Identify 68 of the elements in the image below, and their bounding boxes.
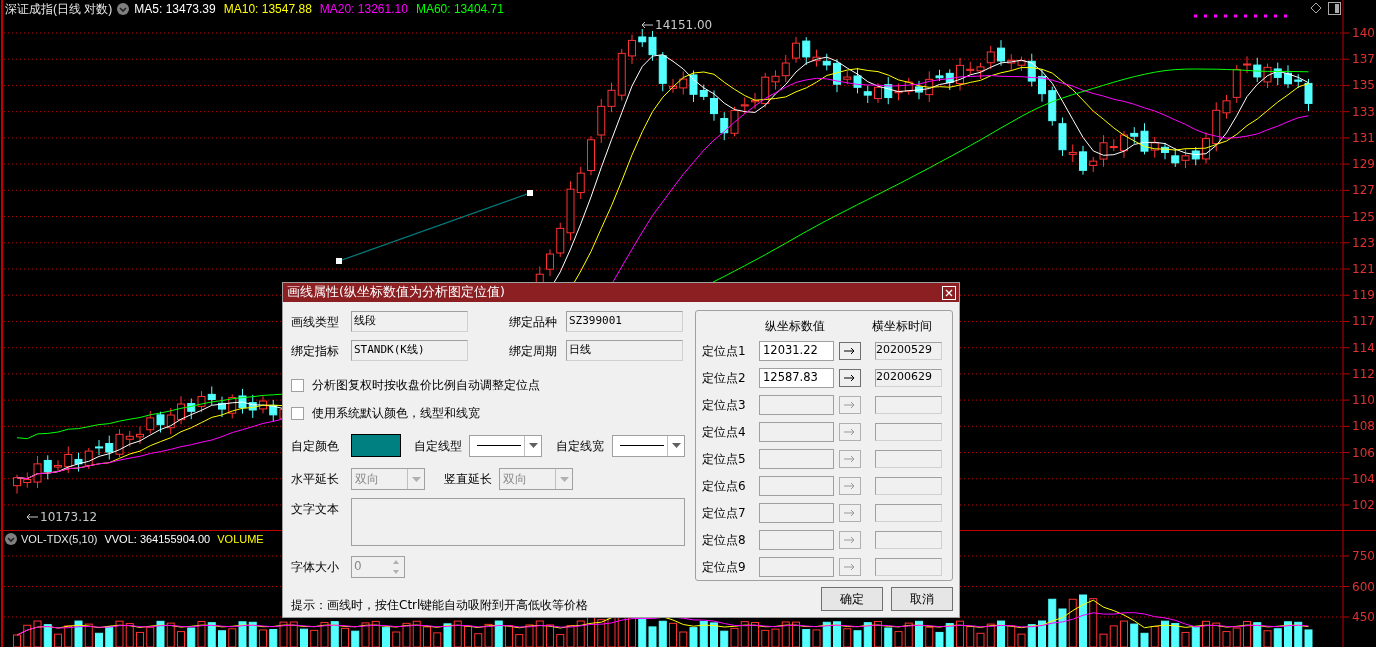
field-label: 自定颜色 (291, 437, 340, 455)
field-label: 字体大小 (291, 559, 340, 576)
axis-label: 129 (1352, 157, 1375, 172)
indicator-value: MA60: 13404.71 (415, 1, 504, 17)
axis-label: 117 (1352, 314, 1375, 329)
axis-label: 133 (1352, 104, 1375, 119)
axis-label: 125 (1352, 209, 1375, 224)
column-header: 纵坐标数值 (765, 318, 825, 335)
time-field: 20200629 (875, 368, 942, 387)
checkbox-label: 使用系统默认颜色，线型和线宽 (312, 405, 480, 422)
column-header: 横坐标时间 (872, 318, 932, 335)
point-label: 定位点6 (702, 477, 747, 495)
time-field: 20200529 (875, 341, 942, 360)
indicator-title: VOL-TDX(5,10) (21, 532, 98, 547)
readonly-field: SZ399001 (566, 311, 683, 332)
indicator-value: VVOL: 364155904.00 (104, 532, 211, 547)
price-label: 10173.12 (40, 509, 98, 526)
field-label: 竖直延长 (444, 471, 493, 488)
hint-text: 提示：画线时，按住Ctrl键能自动吸附到开高低收等价格 (291, 597, 590, 614)
point-label: 定位点5 (702, 450, 747, 468)
axis-label: 127 (1352, 183, 1375, 198)
field-label: 绑定指标 (291, 342, 340, 360)
chart-title: 深证成指(日线 对数) (5, 1, 113, 17)
axis-label: 750 (1352, 549, 1375, 563)
indicator-value: MA5: 13473.39 (134, 1, 216, 17)
indicator-value: MA10: 13547.88 (223, 1, 312, 17)
field-label: 画线类型 (291, 313, 340, 331)
point-label: 定位点7 (702, 504, 747, 522)
point-label: 定位点8 (702, 531, 747, 549)
field-label: 自定线型 (414, 437, 463, 455)
field-label: 水平延长 (291, 471, 340, 488)
indicator-value: MA20: 13261.10 (319, 1, 408, 17)
point-label: 定位点1 (702, 342, 747, 360)
cancel-button[interactable]: 取消 (891, 587, 953, 611)
dialog-title: 画线属性(纵坐标数值为分析图定位值) (287, 283, 505, 302)
axis-label: 108 (1352, 419, 1375, 434)
field-label: 绑定周期 (509, 342, 558, 360)
axis-label: 104 (1352, 471, 1375, 486)
readonly-field: 线段 (351, 311, 468, 332)
axis-label: 106 (1352, 445, 1375, 460)
axis-label: 131 (1352, 130, 1375, 145)
axis-label: 119 (1352, 288, 1375, 303)
readonly-field: 日线 (566, 340, 683, 361)
ok-button[interactable]: 确定 (821, 587, 883, 611)
axis-label: 114 (1352, 340, 1375, 355)
field-label: 绑定品种 (509, 313, 558, 331)
axis-label: 123 (1352, 235, 1375, 250)
field-label: 自定线宽 (556, 437, 605, 455)
value-field[interactable]: 12031.22 (759, 340, 834, 361)
axis-label: 450 (1352, 610, 1375, 624)
axis-label: 600 (1352, 579, 1375, 594)
point-label: 定位点9 (702, 558, 747, 576)
checkbox-label: 分析图复权时按收盘价比例自动调整定位点 (312, 377, 540, 394)
field-label: 文字文本 (291, 501, 340, 518)
point-label: 定位点3 (702, 396, 747, 414)
value-field[interactable]: 12587.83 (759, 367, 834, 388)
point-label: 定位点2 (702, 369, 747, 387)
axis-label: 102 (1352, 498, 1375, 512)
axis-label: 140 (1352, 26, 1375, 40)
indicator-value: VOLUME (217, 532, 264, 547)
price-label: 14151.00 (655, 17, 713, 34)
axis-label: 112 (1352, 366, 1375, 381)
axis-label: 110 (1352, 393, 1375, 408)
point-label: 定位点4 (702, 423, 747, 441)
axis-label: 121 (1352, 262, 1375, 276)
axis-label: 135 (1352, 78, 1375, 93)
axis-label: 137 (1352, 52, 1375, 67)
readonly-field: STANDK(K线) (351, 340, 468, 361)
